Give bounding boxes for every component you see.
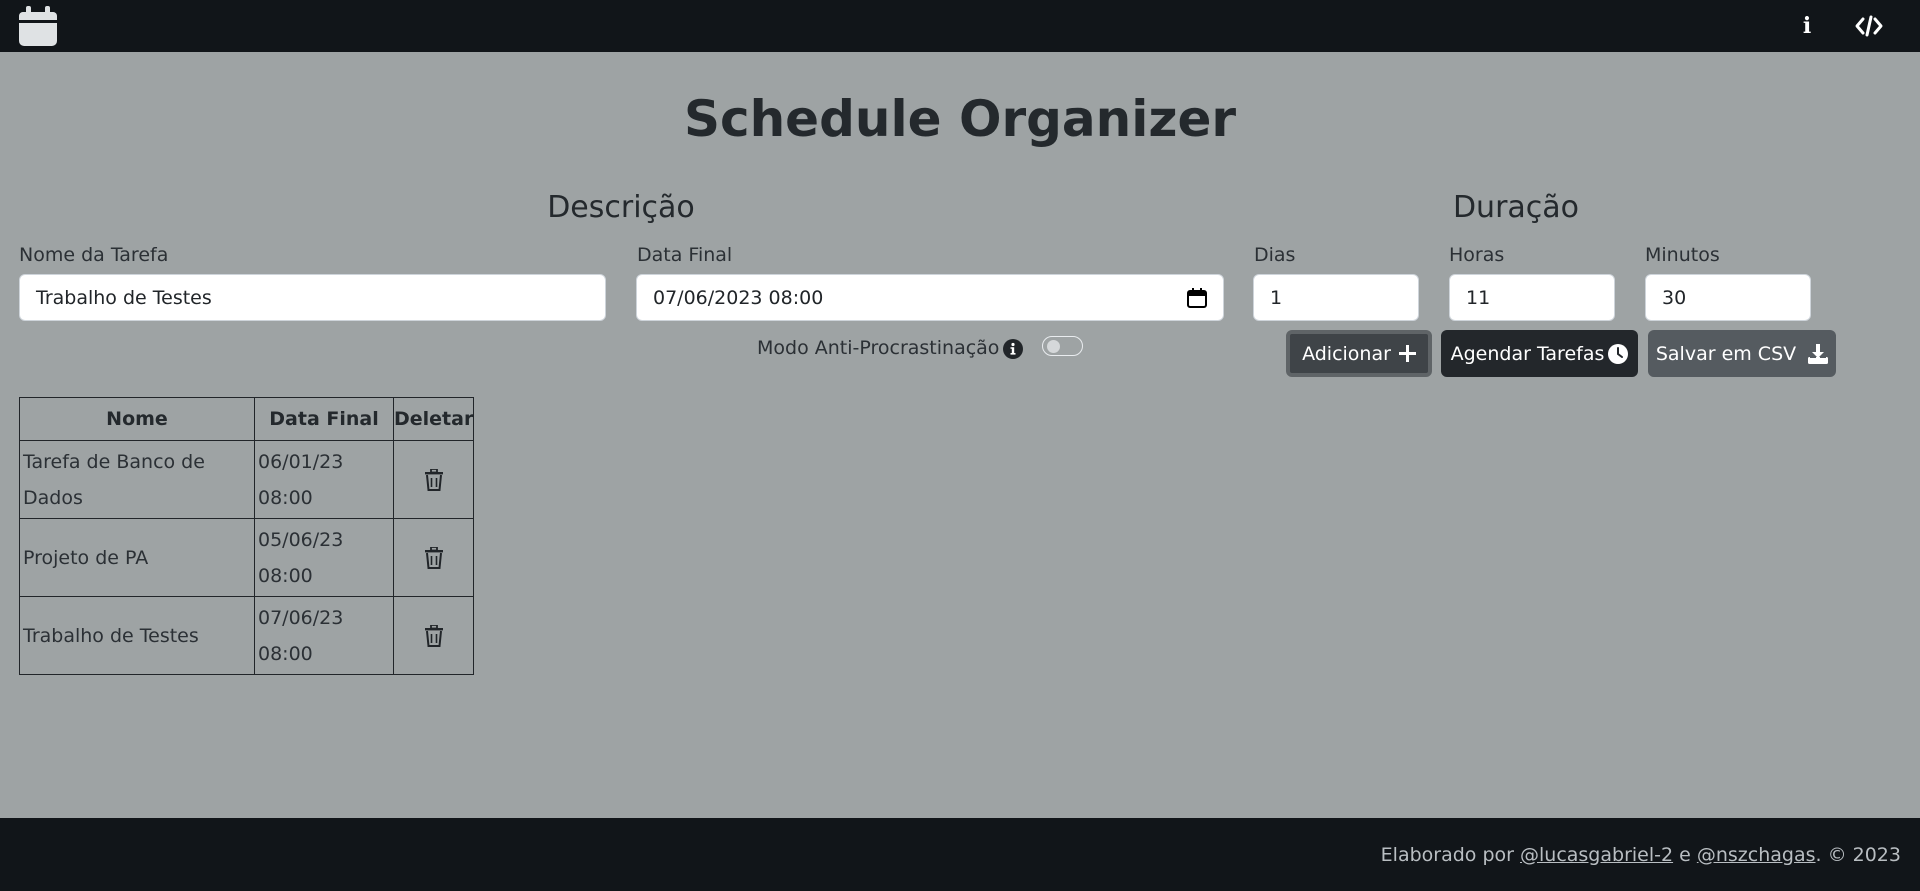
download-icon — [1808, 343, 1829, 364]
anti-procrastination-toggle[interactable] — [1042, 336, 1083, 356]
days-label: Dias — [1254, 244, 1296, 266]
info-circle-icon[interactable] — [1003, 339, 1023, 359]
end-date-input[interactable]: 07/06/2023 08:00 — [636, 274, 1224, 321]
hours-input[interactable]: 11 — [1449, 274, 1615, 321]
minutes-value: 30 — [1662, 286, 1687, 309]
clock-icon — [1608, 343, 1629, 364]
description-section-title: Descrição — [547, 190, 695, 225]
task-name-value: Trabalho de Testes — [36, 286, 212, 309]
delete-cell — [392, 596, 475, 675]
minutes-input[interactable]: 30 — [1645, 274, 1811, 321]
info-icon[interactable]: i — [1792, 10, 1822, 42]
footer-and: e — [1673, 843, 1697, 866]
save-csv-label: Salvar em CSV — [1655, 342, 1797, 365]
days-value: 1 — [1270, 286, 1283, 309]
code-icon[interactable] — [1852, 10, 1886, 42]
plus-icon — [1398, 345, 1416, 362]
author-link-nszchagas[interactable]: @nszchagas — [1697, 844, 1816, 866]
task-date-cell: 07/06/23 08:00 — [254, 596, 394, 675]
task-date-cell: 06/01/23 08:00 — [254, 440, 394, 519]
task-date-cell: 05/06/23 08:00 — [254, 518, 394, 597]
page-title: Schedule Organizer — [683, 90, 1237, 148]
header-nome: Nome — [19, 397, 255, 441]
header-deletar: Deletar — [392, 397, 475, 441]
days-input[interactable]: 1 — [1253, 274, 1419, 321]
minutes-label: Minutos — [1645, 244, 1720, 266]
add-button[interactable]: Adicionar — [1286, 330, 1432, 377]
task-name-cell: Projeto de PA — [19, 518, 255, 597]
task-name-cell: Tarefa de Banco de Dados — [19, 440, 255, 519]
trash-icon[interactable] — [424, 547, 443, 569]
hours-label: Horas — [1449, 244, 1505, 266]
task-table: Nome Data Final Deletar Tarefa de Banco … — [19, 397, 475, 675]
task-name-input[interactable]: Trabalho de Testes — [19, 274, 606, 321]
hours-value: 11 — [1466, 286, 1491, 309]
delete-cell — [392, 440, 475, 519]
top-navbar: i — [0, 0, 1920, 52]
schedule-tasks-button[interactable]: Agendar Tarefas — [1441, 330, 1638, 377]
table-row: Projeto de PA 05/06/23 08:00 — [19, 518, 475, 597]
header-data-final: Data Final — [254, 397, 394, 441]
end-date-value: 07/06/2023 08:00 — [653, 286, 824, 309]
duration-section-title: Duração — [1452, 190, 1580, 225]
calendar-picker-icon[interactable] — [1187, 288, 1207, 308]
table-header-row: Nome Data Final Deletar — [19, 397, 475, 441]
footer-copyright: . © 2023 — [1815, 843, 1901, 866]
footer-prefix: Elaborado por — [1380, 843, 1520, 866]
delete-cell — [392, 518, 475, 597]
schedule-tasks-label: Agendar Tarefas — [1450, 342, 1605, 365]
task-name-label: Nome da Tarefa — [19, 244, 169, 266]
footer: Elaborado por @lucasgabriel-2 e @nszchag… — [0, 818, 1920, 891]
trash-icon[interactable] — [424, 469, 443, 491]
author-link-lucasgabriel[interactable]: @lucasgabriel-2 — [1520, 844, 1673, 866]
task-name-cell: Trabalho de Testes — [19, 596, 255, 675]
add-button-label: Adicionar — [1302, 342, 1391, 365]
toggle-knob — [1047, 340, 1060, 353]
save-csv-button[interactable]: Salvar em CSV — [1648, 330, 1836, 377]
table-row: Trabalho de Testes 07/06/23 08:00 — [19, 596, 475, 675]
end-date-label: Data Final — [637, 244, 733, 266]
trash-icon[interactable] — [424, 625, 443, 647]
table-row: Tarefa de Banco de Dados 06/01/23 08:00 — [19, 440, 475, 519]
calendar-icon[interactable] — [19, 6, 57, 46]
anti-procrastination-label: Modo Anti-Procrastinação — [757, 337, 1000, 359]
